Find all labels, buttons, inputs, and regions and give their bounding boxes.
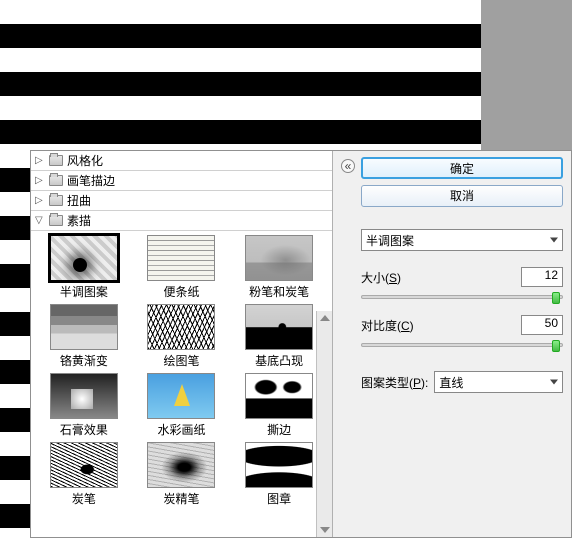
category-label: 画笔描边: [67, 172, 115, 189]
disclosure-icon: ▷: [35, 195, 45, 206]
filter-graphic-pen[interactable]: 绘图笔: [137, 304, 227, 369]
param-contrast-slider[interactable]: [361, 343, 563, 347]
filter-thumbnails: 半调图案 便条纸 粉笔和炭笔 铬黄渐变 绘图笔 基底凸现 石膏效果 水彩画纸 撕…: [31, 231, 332, 537]
category-label: 风格化: [67, 152, 103, 169]
disclosure-icon: ▷: [35, 175, 45, 186]
chevron-left-icon: «: [345, 159, 352, 173]
filter-stamp[interactable]: 图章: [234, 442, 324, 507]
disclosure-icon: ▽: [35, 215, 45, 226]
param-contrast-input[interactable]: 50: [521, 315, 563, 335]
filter-halftone-pattern[interactable]: 半调图案: [39, 235, 129, 300]
category-sketch[interactable]: ▽ 素描: [31, 211, 332, 231]
folder-icon: [49, 195, 63, 206]
pattern-type-value: 直线: [439, 374, 463, 391]
param-size-row: 大小(S) 12: [361, 267, 563, 287]
param-pattern-type-label: 图案类型(P):: [361, 374, 428, 391]
filter-categories-panel: ▷ 风格化 ▷ 画笔描边 ▷ 扭曲 ▽ 素描 半调图案 便条纸 粉笔和炭笔 铬黄…: [31, 151, 333, 537]
cancel-button[interactable]: 取消: [361, 185, 563, 207]
category-label: 素描: [67, 212, 91, 229]
param-pattern-type-row: 图案类型(P): 直线: [361, 371, 563, 393]
slider-thumb[interactable]: [552, 340, 560, 352]
filter-chalk-charcoal[interactable]: 粉笔和炭笔: [234, 235, 324, 300]
slider-thumb[interactable]: [552, 292, 560, 304]
filter-conte-crayon[interactable]: 炭精笔: [137, 442, 227, 507]
filter-plaster[interactable]: 石膏效果: [39, 373, 129, 438]
folder-icon: [49, 215, 63, 226]
filter-bas-relief[interactable]: 基底凸现: [234, 304, 324, 369]
param-size-slider[interactable]: [361, 295, 563, 299]
filter-water-paper[interactable]: 水彩画纸: [137, 373, 227, 438]
filter-chrome[interactable]: 铬黄渐变: [39, 304, 129, 369]
folder-icon: [49, 155, 63, 166]
filter-select[interactable]: 半调图案: [361, 229, 563, 251]
thumbnails-scrollbar[interactable]: [316, 311, 332, 537]
param-contrast-row: 对比度(C) 50: [361, 315, 563, 335]
param-contrast-label: 对比度(C): [361, 317, 515, 334]
param-size-input[interactable]: 12: [521, 267, 563, 287]
filter-select-value: 半调图案: [366, 232, 414, 249]
param-pattern-type-select[interactable]: 直线: [434, 371, 563, 393]
filter-note-paper[interactable]: 便条纸: [137, 235, 227, 300]
filter-gallery-dialog: ▷ 风格化 ▷ 画笔描边 ▷ 扭曲 ▽ 素描 半调图案 便条纸 粉笔和炭笔 铬黄…: [30, 150, 572, 538]
filter-torn-edges[interactable]: 撕边: [234, 373, 324, 438]
category-label: 扭曲: [67, 192, 91, 209]
ok-button[interactable]: 确定: [361, 157, 563, 179]
filter-settings-panel: « 确定 取消 半调图案 大小(S) 12 对比度(C) 50 图案类型(P):…: [333, 151, 571, 537]
folder-icon: [49, 175, 63, 186]
param-size-label: 大小(S): [361, 269, 515, 286]
category-brush-strokes[interactable]: ▷ 画笔描边: [31, 171, 332, 191]
category-distort[interactable]: ▷ 扭曲: [31, 191, 332, 211]
filter-charcoal[interactable]: 炭笔: [39, 442, 129, 507]
collapse-button[interactable]: «: [341, 159, 355, 173]
disclosure-icon: ▷: [35, 155, 45, 166]
category-stylize[interactable]: ▷ 风格化: [31, 151, 332, 171]
